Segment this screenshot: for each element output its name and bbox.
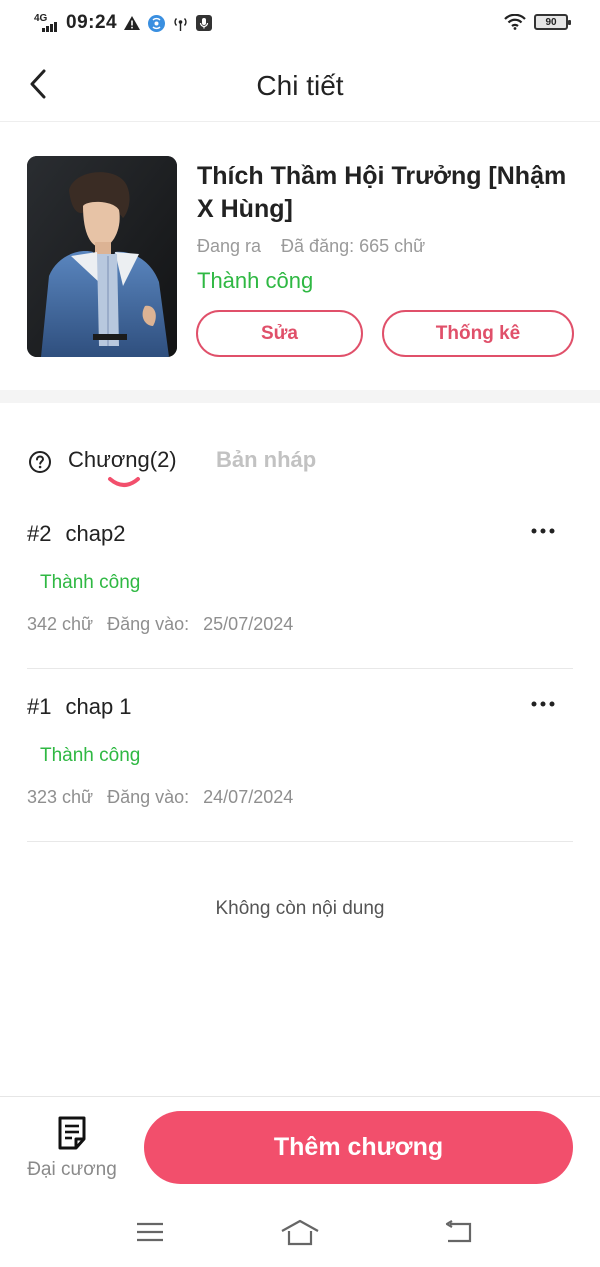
battery-level: 90 bbox=[545, 16, 557, 28]
add-chapter-button[interactable]: Thêm chương bbox=[144, 1111, 573, 1184]
more-horizontal-icon bbox=[531, 701, 555, 707]
outline-button[interactable]: Đại cương bbox=[22, 1115, 122, 1185]
outline-document-icon bbox=[56, 1115, 88, 1151]
mic-icon bbox=[195, 14, 213, 32]
system-nav-bar bbox=[0, 1201, 600, 1267]
status-bar: 4G 09:24 90 bbox=[0, 0, 600, 48]
bottom-action-bar: Đại cương Thêm chương bbox=[0, 1096, 600, 1201]
chapter-tabs: Chương(2) Bản nháp bbox=[0, 403, 600, 503]
tab-drafts[interactable]: Bản nháp bbox=[216, 447, 316, 473]
clock: 09:24 bbox=[66, 12, 118, 33]
outline-label: Đại cương bbox=[27, 1159, 117, 1180]
warning-icon bbox=[123, 14, 141, 32]
book-summary: Thích Thầm Hội Trưởng [Nhậm X Hùng] Đang… bbox=[0, 122, 600, 390]
more-horizontal-icon bbox=[531, 528, 555, 534]
hotspot-icon bbox=[147, 14, 165, 32]
chapter-words: 342 chữ bbox=[27, 614, 94, 634]
chapter-date: 25/07/2024 bbox=[203, 614, 294, 634]
more-options-button[interactable] bbox=[529, 520, 557, 542]
chapter-title: #2 chap2 bbox=[27, 521, 125, 547]
book-word-count: Đã đăng: 665 chữ bbox=[281, 236, 426, 256]
statistics-button[interactable]: Thống kê bbox=[382, 310, 574, 357]
chapter-item[interactable]: #2 chap2 Thành công 342 chữ Đăng vào: 25/07… bbox=[27, 496, 573, 669]
app-header: Chi tiết bbox=[0, 48, 600, 122]
battery-icon: 90 bbox=[534, 14, 571, 30]
tab-chapters[interactable]: Chương(2) bbox=[68, 447, 177, 473]
chapter-status: Thành công bbox=[40, 745, 141, 766]
menu-nav-button[interactable] bbox=[130, 1215, 170, 1249]
book-title: Thích Thầm Hội Trưởng [Nhậm X Hùng] bbox=[197, 162, 567, 223]
menu-icon bbox=[137, 1222, 163, 1242]
wifi-icon bbox=[504, 13, 526, 31]
question-circle-icon[interactable] bbox=[28, 450, 52, 474]
chapter-date: 24/07/2024 bbox=[203, 787, 294, 807]
signal-bars-icon: 4G bbox=[34, 13, 60, 33]
book-state: Đang ra bbox=[197, 236, 262, 256]
active-tab-indicator bbox=[108, 477, 140, 487]
chapter-words: 323 chữ bbox=[27, 787, 94, 807]
chapter-meta: 342 chữ Đăng vào: 25/07/2024 bbox=[27, 614, 307, 635]
antenna-icon bbox=[171, 14, 189, 32]
chapter-posted-label: Đăng vào: bbox=[107, 787, 190, 807]
chapter-title: #1 chap 1 bbox=[27, 694, 132, 720]
chapter-status: Thành công bbox=[40, 572, 141, 593]
chapter-meta: 323 chữ Đăng vào: 24/07/2024 bbox=[27, 787, 307, 808]
chapter-name: chap2 bbox=[65, 521, 126, 546]
publish-status: Thành công bbox=[197, 268, 314, 293]
chapter-name: chap 1 bbox=[65, 694, 132, 719]
chapter-posted-label: Đăng vào: bbox=[107, 614, 190, 634]
edit-button[interactable]: Sửa bbox=[196, 310, 363, 357]
back-nav-button[interactable] bbox=[438, 1215, 478, 1249]
page-title: Chi tiết bbox=[256, 70, 344, 101]
chapter-number: #1 bbox=[27, 694, 52, 719]
more-options-button[interactable] bbox=[529, 693, 557, 715]
chapter-item[interactable]: #1 chap 1 Thành công 323 chữ Đăng vào: 24/0… bbox=[27, 669, 573, 842]
section-divider bbox=[0, 390, 600, 403]
home-nav-button[interactable] bbox=[280, 1215, 320, 1249]
list-end-message: Không còn nội dung bbox=[215, 898, 385, 919]
chapter-number: #2 bbox=[27, 521, 52, 546]
home-icon bbox=[281, 1219, 319, 1246]
book-meta: Đang ra Đã đăng: 665 chữ bbox=[197, 236, 425, 257]
book-cover[interactable] bbox=[27, 156, 177, 357]
back-arrow-icon bbox=[445, 1220, 472, 1243]
